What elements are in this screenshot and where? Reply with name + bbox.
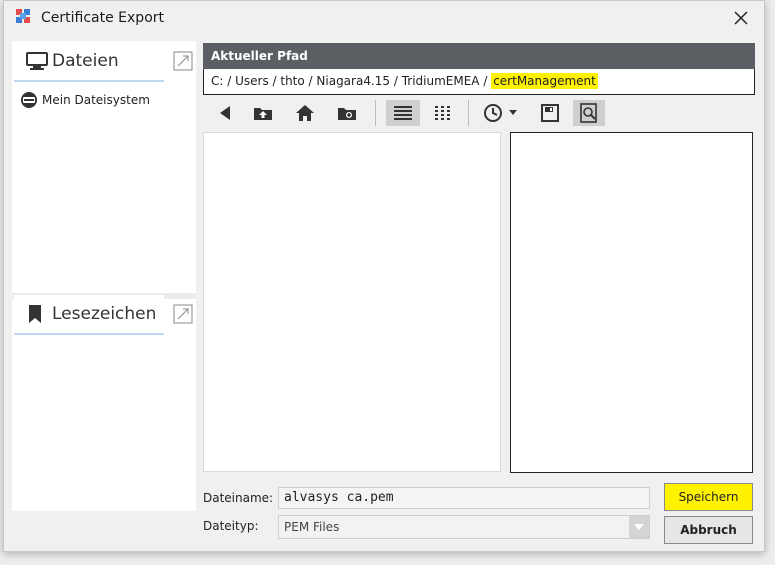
home-icon [296,105,314,121]
expand-icon [173,304,193,324]
dropdown-icon [509,110,517,115]
expand-icon [173,51,193,71]
history-button[interactable] [479,100,507,126]
tab-label: Dateien [52,51,119,71]
new-folder-icon [338,108,356,120]
toolbar [203,98,755,129]
save-button[interactable]: Speichern [664,483,753,511]
close-button[interactable] [726,3,756,33]
chevron-down-icon[interactable] [629,516,649,538]
save-bookmark-button[interactable] [536,100,564,126]
current-path-header: Aktueller Pfad [203,43,755,69]
tab-label: Lesezeichen [52,304,157,324]
title-bar[interactable]: Certificate Export [4,1,764,35]
window-title: Certificate Export [41,10,164,26]
expand-files-button[interactable] [172,50,194,72]
back-button[interactable] [211,100,239,126]
close-icon [734,11,748,25]
tree-item-label: Mein Dateisystem [42,93,150,107]
save-bookmark-icon [541,104,559,122]
filetype-select[interactable]: PEM Files [278,515,650,539]
filename-input[interactable]: alvasys ca.pem [278,487,650,509]
preview-toggle-button[interactable] [573,100,605,126]
bookmark-icon [29,305,41,323]
tree-item-mein-dateisystem[interactable]: Mein Dateisystem [20,91,150,109]
history-dropdown-button[interactable] [507,100,519,126]
list-view-button[interactable] [386,100,420,126]
tab-dateien[interactable]: Dateien [14,42,164,82]
history-icon [484,104,502,122]
drive-icon [21,92,37,108]
side-pane: Dateien Mein Dateisystem Lesezeichen [12,41,196,511]
path-current-folder[interactable]: certManagement [491,73,598,89]
list-view-icon [394,106,412,120]
cancel-button[interactable]: Abbruch [664,516,753,544]
filetype-label: Dateityp: [203,519,259,533]
filename-label: Dateiname: [203,491,274,505]
toolbar-separator [375,100,376,126]
details-view-icon [435,106,450,120]
monitor-icon [26,52,48,70]
folder-up-icon [254,108,272,120]
folder-up-button[interactable] [249,100,277,126]
new-folder-button[interactable] [333,100,361,126]
certificate-export-dialog: Certificate Export Dateien Mein Dateisys… [3,0,765,552]
filetype-value: PEM Files [284,520,340,534]
path-breadcrumb[interactable]: C: / Users / thto / Niagara4.15 / Tridiu… [203,69,755,95]
app-icon [16,9,32,25]
file-list[interactable] [203,132,501,472]
details-view-button[interactable] [429,100,457,126]
expand-bookmarks-button[interactable] [172,303,194,325]
home-button[interactable] [291,100,319,126]
preview-pane [510,132,753,473]
toolbar-separator [468,100,469,126]
back-icon [220,106,230,120]
tab-lesezeichen[interactable]: Lesezeichen [14,295,164,335]
path-prefix[interactable]: C: / Users / thto / Niagara4.15 / Tridiu… [211,74,491,88]
preview-toggle-icon [580,103,597,123]
